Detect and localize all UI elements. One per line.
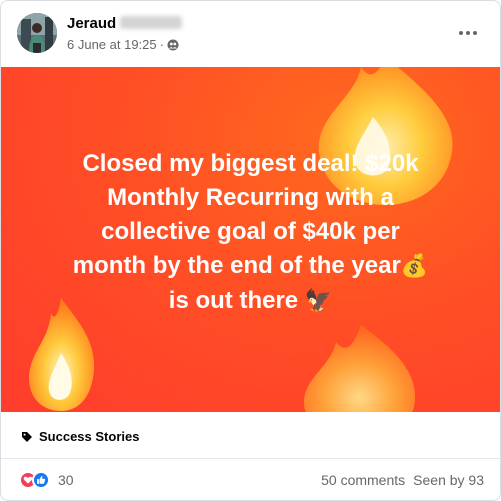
tag-icon: [22, 431, 32, 442]
friends-globe-icon[interactable]: [167, 39, 179, 51]
topic-tag[interactable]: Success Stories: [21, 429, 139, 444]
topic-tag-row: Success Stories: [1, 412, 500, 459]
headline-line: Closed my biggest deal! $20k: [82, 150, 419, 177]
seen-by-link[interactable]: Seen by 93: [413, 472, 484, 488]
author-first-name[interactable]: Jeraud: [67, 15, 116, 32]
more-options-button[interactable]: [452, 17, 484, 49]
headline-text: month by the end of the year: [72, 252, 401, 279]
post-banner[interactable]: Closed my biggest deal! $20k Monthly Rec…: [1, 67, 500, 412]
eagle-icon: 🦅: [304, 289, 333, 314]
headline-line: collective goal of $40k per: [101, 218, 400, 245]
avatar[interactable]: [17, 13, 57, 53]
headline-line: month by the end of the year💰: [11, 249, 490, 284]
money-bag-icon: 💰: [400, 254, 429, 279]
redacted-surname: [120, 16, 183, 29]
author-name[interactable]: Jeraud: [67, 15, 183, 33]
post-header: Jeraud 6 June at 19:25 ·: [1, 1, 500, 67]
post-stats: 50 comments Seen by 93: [321, 472, 484, 488]
profile-photo-icon: [17, 13, 57, 53]
like-reaction-icon: [32, 471, 50, 489]
reaction-count: 30: [58, 472, 74, 488]
post-footer: 30 50 comments Seen by 93: [1, 459, 500, 499]
topic-tag-label: Success Stories: [39, 429, 140, 444]
reactions-summary[interactable]: 30: [19, 471, 74, 489]
fire-icon: [303, 325, 416, 412]
headline-line: is out there 🦅: [11, 284, 490, 319]
post-card: Jeraud 6 June at 19:25 · Closed my bigge…: [0, 0, 501, 501]
comments-count-link[interactable]: 50 comments: [321, 472, 405, 488]
more-options-icon: [459, 31, 463, 35]
headline-text: is out there: [168, 287, 299, 314]
meta-separator: ·: [159, 37, 164, 52]
headline-line: Monthly Recurring with a: [107, 184, 394, 211]
banner-headline: Closed my biggest deal! $20k Monthly Rec…: [11, 147, 490, 319]
post-meta: 6 June at 19:25 ·: [67, 37, 179, 53]
post-timestamp[interactable]: 6 June at 19:25: [67, 37, 157, 53]
